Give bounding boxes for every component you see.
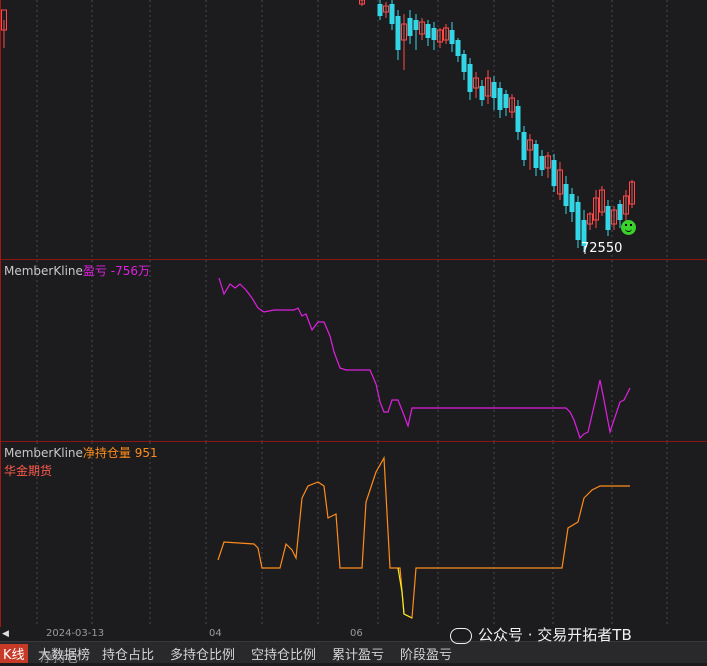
candle-body <box>407 18 413 36</box>
x-tick-label: 06 <box>350 628 363 639</box>
candle-body <box>389 4 395 24</box>
position-value: 951 <box>134 446 158 460</box>
candle-body <box>551 160 557 186</box>
tab-position-ratio[interactable]: 持仓占比 <box>102 644 154 663</box>
position-series-line <box>217 455 630 619</box>
candle-body <box>497 88 503 110</box>
candle-body <box>455 40 461 56</box>
kline-panel[interactable]: 72550 <box>0 0 707 259</box>
kline-chart[interactable] <box>0 0 707 259</box>
candle-body <box>461 54 467 72</box>
candle-body <box>575 202 581 240</box>
tab-period-pnl[interactable]: 阶段盈亏 <box>400 644 452 663</box>
watermark: 公众号 · 交易开拓者TB <box>450 624 632 645</box>
position-panel[interactable]: MemberKline净持仓量 951 华金期货 <box>0 442 707 625</box>
candle-body <box>617 204 623 220</box>
pnl-title: MemberKline盈亏 -756万 <box>4 262 150 279</box>
tab-cumulative-pnl[interactable]: 累计盈亏 <box>332 644 384 663</box>
position-chart[interactable] <box>0 442 707 625</box>
position-title: MemberKline净持仓量 951 <box>4 444 158 461</box>
candle-body <box>377 4 383 16</box>
candle-body <box>395 16 401 50</box>
pnl-series-name: 盈亏 <box>82 264 107 278</box>
candle-body <box>605 206 611 230</box>
pnl-panel[interactable]: MemberKline盈亏 -756万 <box>0 260 707 441</box>
tab-long-ratio[interactable]: 多持仓比例 <box>170 644 235 663</box>
candle-body <box>467 64 473 92</box>
pnl-indicator-name: MemberKline <box>4 264 83 278</box>
candle-body <box>431 28 437 40</box>
candle-body <box>425 24 431 38</box>
tab-kline[interactable]: K线 <box>0 644 28 663</box>
position-indicator-name: MemberKline <box>4 446 83 460</box>
candle-body <box>491 82 497 98</box>
wechat-icon <box>450 627 472 644</box>
candle-body <box>569 194 575 212</box>
candle-body <box>449 30 455 44</box>
left-border <box>0 0 1 627</box>
candle-body <box>503 94 509 108</box>
tab-short-ratio[interactable]: 空持仓比例 <box>251 644 316 663</box>
scroll-left-arrow-icon[interactable]: ◀ <box>2 629 9 639</box>
last-price-label: 72550 <box>581 241 623 256</box>
x-tick-label: 04 <box>209 628 222 639</box>
x-tick-label: 2024-03-13 <box>46 628 105 639</box>
smiley-icon[interactable] <box>621 220 636 235</box>
candle-body <box>563 184 569 206</box>
pnl-chart[interactable] <box>0 260 707 441</box>
member-name: 华金期货 <box>4 464 53 478</box>
candle-body <box>533 144 539 168</box>
candle-body <box>515 106 521 132</box>
pnl-series-line <box>218 277 631 440</box>
candle-body <box>479 86 485 100</box>
position-series-name: 净持仓量 <box>82 446 131 460</box>
pnl-value: -756万 <box>110 264 150 278</box>
tab-net-position[interactable]: 净持仓 <box>40 647 79 666</box>
candle-body <box>539 156 545 170</box>
candle-body <box>413 20 419 30</box>
candle-body <box>521 132 527 160</box>
watermark-text: 公众号 · 交易开拓者TB <box>478 626 632 644</box>
